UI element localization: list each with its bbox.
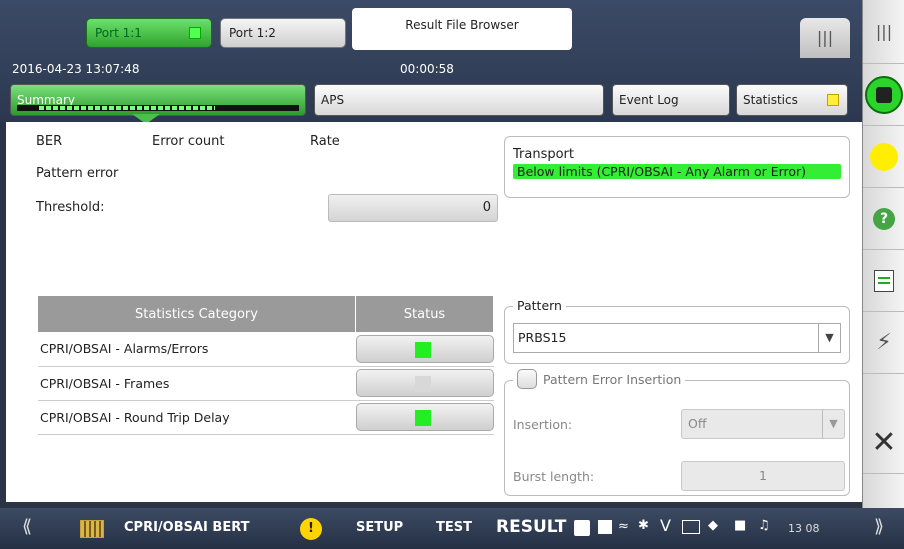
bluetooth-icon: ✱ bbox=[638, 518, 649, 533]
status-led-icon bbox=[414, 341, 431, 358]
status-button[interactable] bbox=[355, 334, 494, 363]
status-indicator[interactable] bbox=[863, 126, 904, 188]
statistics-table: Statistics Category Status CPRI/OBSAI - … bbox=[38, 296, 494, 435]
power-icon bbox=[574, 520, 590, 536]
pattern-legend: Pattern bbox=[513, 298, 566, 313]
statistics-category-header: Statistics Category bbox=[38, 296, 356, 332]
help-icon: ? bbox=[873, 207, 895, 230]
top-header: Port 1:1 Port 1:2 Result File Browser 20… bbox=[0, 0, 862, 124]
clock-display: 13 08 bbox=[788, 522, 820, 535]
tab-summary[interactable]: Summary bbox=[10, 84, 306, 116]
warning-icon[interactable]: ! bbox=[300, 518, 322, 540]
port-1-1-label: Port 1:1 bbox=[95, 26, 142, 40]
pattern-error-insertion-legend: Pattern Error Insertion bbox=[513, 369, 686, 389]
datetime-display: 2016-04-23 13:07:48 bbox=[12, 62, 140, 76]
result-button[interactable]: RESULT bbox=[496, 517, 566, 537]
setup-button[interactable]: SETUP bbox=[356, 520, 403, 535]
test-button[interactable]: TEST bbox=[436, 520, 472, 535]
transport-status-badge: Below limits (CPRI/OBSAI - Any Alarm or … bbox=[513, 164, 841, 179]
burst-length-label: Burst length: bbox=[513, 469, 595, 484]
wifi-icon: ≈ bbox=[618, 519, 629, 534]
bottom-bar: ⟪ CPRI/OBSAI BERT ! SETUP TEST RESULT ≈ … bbox=[0, 508, 904, 549]
menu-grip-icon[interactable]: ||| bbox=[800, 18, 850, 58]
dropdown-arrow-icon: ▼ bbox=[822, 410, 844, 438]
summary-panel: BER Error count Rate Pattern error Thres… bbox=[6, 122, 862, 502]
tab-event-log[interactable]: Event Log bbox=[612, 84, 730, 116]
report-button[interactable] bbox=[863, 250, 904, 312]
elapsed-timer: 00:00:58 bbox=[400, 62, 454, 76]
network-icon: ◆ bbox=[708, 518, 718, 533]
lightning-button[interactable]: ⚡ bbox=[863, 312, 904, 374]
pattern-error-insertion-group: Pattern Error Insertion Insertion: Off ▼… bbox=[504, 369, 850, 496]
pattern-error-insertion-label: Pattern Error Insertion bbox=[543, 371, 682, 387]
close-button[interactable]: ✕ bbox=[863, 412, 904, 474]
port-1-2-button[interactable]: Port 1:2 bbox=[220, 18, 346, 48]
ber-header: BER bbox=[36, 134, 63, 149]
dropdown-arrow-icon: ▼ bbox=[818, 324, 840, 352]
threshold-label: Threshold: bbox=[36, 200, 105, 215]
error-count-header: Error count bbox=[152, 134, 225, 149]
pattern-value: PRBS15 bbox=[518, 330, 567, 345]
result-file-browser-label: Result File Browser bbox=[405, 18, 519, 32]
table-row: CPRI/OBSAI - Alarms/Errors bbox=[38, 332, 494, 367]
port-1-2-label: Port 1:2 bbox=[229, 26, 276, 40]
table-row: CPRI/OBSAI - Round Trip Delay bbox=[38, 400, 494, 435]
left-chevron-icon[interactable]: ⟪ bbox=[22, 516, 32, 537]
pattern-group: Pattern PRBS15 ▼ bbox=[504, 298, 850, 364]
speaker-icon: ♫ bbox=[758, 518, 770, 533]
port-1-1-button[interactable]: Port 1:1 bbox=[86, 18, 212, 48]
remote-icon: ■ bbox=[734, 518, 747, 533]
status-button[interactable] bbox=[355, 403, 494, 431]
right-chevron-icon[interactable]: ⟫ bbox=[874, 516, 884, 537]
table-row: CPRI/OBSAI - Frames bbox=[38, 366, 494, 401]
result-file-browser-tab[interactable]: Result File Browser bbox=[352, 8, 572, 50]
stop-button[interactable] bbox=[863, 64, 904, 126]
category-cell: CPRI/OBSAI - Round Trip Delay bbox=[38, 400, 356, 435]
stop-icon bbox=[865, 75, 903, 114]
side-menu-grip-icon[interactable]: ||| bbox=[863, 0, 904, 64]
insertion-value: Off bbox=[688, 416, 707, 431]
transport-box: Transport Below limits (CPRI/OBSAI - Any… bbox=[504, 136, 850, 198]
status-led-icon bbox=[870, 142, 898, 171]
pattern-error-label: Pattern error bbox=[36, 166, 119, 181]
pattern-error-insertion-checkbox[interactable] bbox=[517, 369, 537, 389]
tab-aps-label: APS bbox=[321, 93, 345, 107]
status-led-icon bbox=[414, 410, 431, 426]
port-active-led-icon bbox=[189, 27, 201, 39]
tab-statistics-label: Statistics bbox=[743, 93, 798, 107]
tab-event-log-label: Event Log bbox=[619, 93, 679, 107]
category-cell: CPRI/OBSAI - Frames bbox=[38, 366, 356, 401]
statistics-led-icon bbox=[827, 94, 839, 106]
report-icon bbox=[874, 269, 894, 292]
summary-progress-bar bbox=[17, 105, 299, 111]
insertion-select[interactable]: Off ▼ bbox=[681, 409, 845, 439]
category-cell: CPRI/OBSAI - Alarms/Errors bbox=[38, 332, 356, 367]
lightning-icon: ⚡ bbox=[876, 330, 892, 355]
tab-aps[interactable]: APS bbox=[314, 84, 604, 116]
terminal-icon bbox=[682, 520, 700, 534]
status-button[interactable] bbox=[355, 369, 494, 397]
app-name: CPRI/OBSAI BERT bbox=[124, 520, 250, 535]
help-button[interactable]: ? bbox=[863, 188, 904, 250]
transport-title: Transport bbox=[513, 147, 575, 162]
side-panel: ||| ? ⚡ ✕ bbox=[862, 0, 904, 549]
status-led-icon bbox=[414, 376, 431, 392]
app-logo-icon bbox=[80, 520, 104, 538]
close-icon: ✕ bbox=[871, 425, 897, 460]
usb-icon bbox=[598, 520, 612, 534]
threshold-field[interactable]: 0 bbox=[328, 194, 498, 222]
status-header: Status bbox=[355, 296, 494, 332]
v-indicator-icon: V bbox=[660, 516, 671, 535]
table-header-row: Statistics Category Status bbox=[38, 296, 494, 332]
tab-statistics[interactable]: Statistics bbox=[736, 84, 848, 116]
pattern-select[interactable]: PRBS15 ▼ bbox=[513, 323, 841, 353]
rate-header: Rate bbox=[310, 134, 340, 149]
insertion-label: Insertion: bbox=[513, 417, 573, 432]
burst-length-field[interactable]: 1 bbox=[681, 461, 845, 491]
